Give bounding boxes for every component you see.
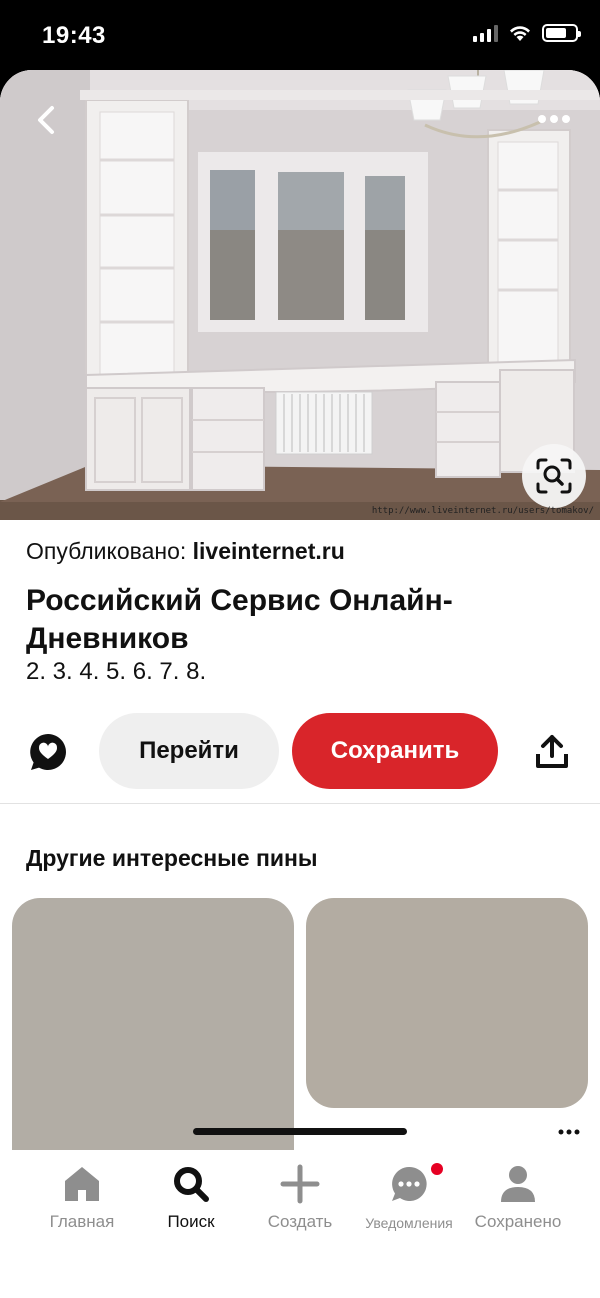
share-button[interactable]	[530, 730, 574, 774]
status-time: 19:43	[42, 22, 106, 49]
tab-notifications[interactable]: Уведомления	[354, 1162, 464, 1246]
published-prefix: Опубликовано:	[26, 538, 187, 564]
notification-badge	[431, 1163, 443, 1175]
search-icon	[169, 1162, 213, 1206]
more-options-button[interactable]	[534, 104, 574, 134]
save-button[interactable]: Сохранить	[292, 713, 498, 789]
chat-bubble-icon	[387, 1162, 431, 1206]
tab-home-label: Главная	[49, 1212, 115, 1231]
related-pin-more-button[interactable]	[552, 1124, 586, 1140]
signal-icon	[473, 24, 498, 42]
published-by: Опубликовано: liveinternet.ru	[26, 538, 345, 565]
tab-home[interactable]: Главная	[27, 1162, 137, 1246]
image-watermark: http://www.liveinternet.ru/users/tomakov…	[371, 506, 594, 516]
chevron-left-icon	[38, 106, 54, 134]
share-icon	[536, 735, 568, 768]
pin-title: Российский Сервис Онлайн-Дневников	[26, 584, 453, 655]
comment-button[interactable]	[26, 730, 70, 774]
person-icon	[496, 1162, 540, 1206]
visual-search-button[interactable]	[522, 444, 586, 508]
room-photo[interactable]	[0, 70, 600, 520]
tab-search[interactable]: Поиск	[136, 1162, 246, 1246]
tab-search-label: Поиск	[167, 1212, 215, 1231]
more-horizontal-icon	[558, 1129, 580, 1135]
battery-icon	[542, 24, 581, 42]
more-pins-heading: Другие интересные пины	[26, 845, 318, 871]
pin-image-container: http://www.liveinternet.ru/users/tomakov…	[0, 70, 600, 520]
tab-saved[interactable]: Сохранено	[463, 1162, 573, 1246]
tab-create[interactable]: Создать	[245, 1162, 355, 1246]
section-divider	[0, 803, 600, 804]
comment-heart-icon	[30, 734, 66, 770]
home-indicator	[193, 1128, 407, 1135]
home-icon	[60, 1162, 104, 1206]
published-source-link[interactable]: liveinternet.ru	[193, 538, 345, 564]
tab-notifications-label: Уведомления	[365, 1215, 453, 1231]
status-icons	[473, 24, 581, 42]
more-horizontal-icon	[538, 115, 570, 123]
back-button[interactable]	[24, 98, 68, 142]
related-pin-card[interactable]	[306, 898, 588, 1108]
pin-description: 2. 3. 4. 5. 6. 7. 8.	[26, 658, 207, 685]
visit-button[interactable]: Перейти	[99, 713, 279, 789]
bottom-tab-bar: Главная Поиск Создать Уведомления Сохран…	[0, 1150, 600, 1298]
status-bar: 19:43	[0, 0, 600, 70]
tab-saved-label: Сохранено	[474, 1212, 562, 1231]
plus-icon	[278, 1162, 322, 1206]
tab-create-label: Создать	[267, 1212, 333, 1231]
wifi-icon	[510, 26, 530, 41]
visual-search-icon	[536, 458, 572, 494]
